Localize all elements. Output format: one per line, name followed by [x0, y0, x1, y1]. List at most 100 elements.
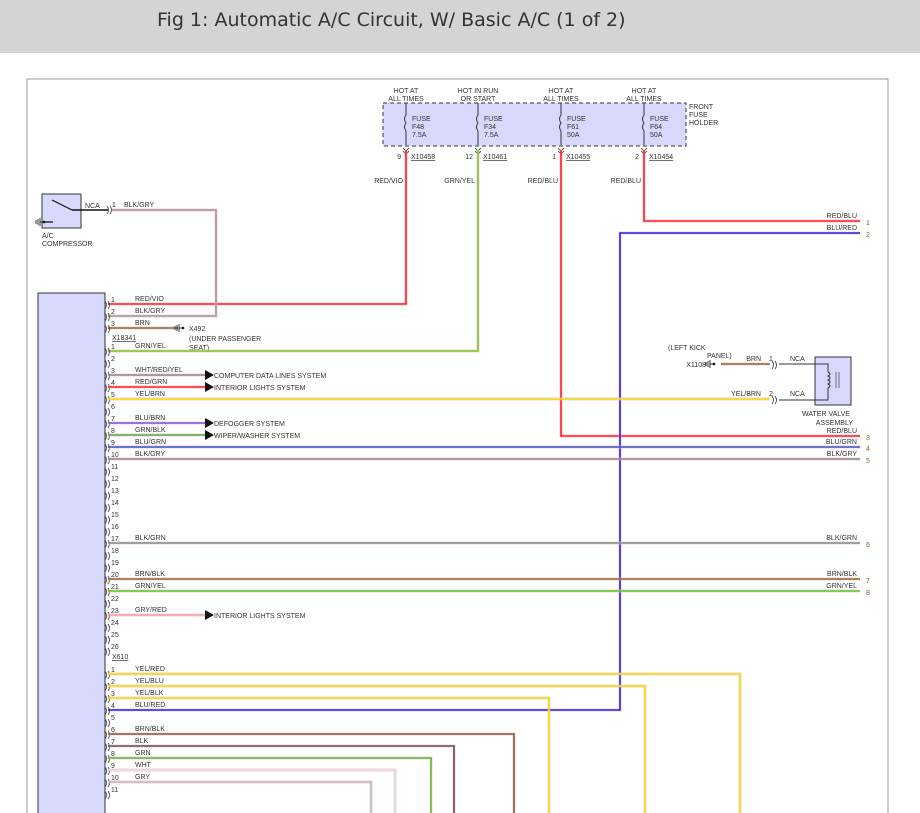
compressor-label: COMPRESSOR [42, 241, 93, 248]
pin-number: 11 [111, 464, 118, 471]
pin-number: 5 [111, 715, 115, 722]
wire-label: RED/GRN [135, 379, 167, 386]
wire-label: WHT/RED/YEL [135, 367, 183, 374]
fuse-pin-number: 12 [465, 154, 473, 161]
fuse-rating: 50A [567, 132, 580, 139]
wire-red-vio-stripe [108, 150, 408, 306]
wire-label: YEL/BRN [135, 391, 165, 398]
wire-x610-grn [108, 757, 432, 813]
arrow-icon [205, 418, 214, 428]
pin-number: 12 [111, 476, 119, 483]
connector-chevron [104, 790, 110, 800]
wire-label: YEL/BLK [135, 690, 164, 697]
pin-number: 24 [111, 620, 119, 627]
wire-x610-gry [108, 781, 372, 813]
connector-x610-label: X610 [112, 654, 128, 661]
wire-label: BLK/GRN [135, 535, 166, 542]
fuse-pin-number: 1 [552, 154, 556, 161]
pin-number: 25 [111, 632, 119, 639]
fuse-supply-label: HOT AT [394, 88, 419, 95]
right-wire-label: BLU/GRN [826, 439, 857, 446]
pin-number: 15 [111, 512, 119, 519]
wire-x610-wht [108, 769, 396, 813]
destination-system-label: INTERIOR LIGHTS SYSTEM [214, 613, 306, 620]
right-output-number: 4 [866, 446, 870, 453]
wire-label: YEL/BLU [135, 678, 164, 685]
connector-chevron [104, 599, 110, 609]
connector-chevron [104, 407, 110, 417]
fuse-supply-label: HOT IN RUN [458, 88, 499, 95]
wire-label: GRY/RED [135, 607, 167, 614]
pin-number: 1 [111, 344, 115, 351]
right-wire-label: BLK/GRN [826, 535, 857, 542]
connector-chevron [104, 359, 110, 369]
fuse-wire-label: GRN/YEL [444, 178, 475, 185]
right-output-number: 6 [866, 542, 870, 549]
fuse-id: F48 [412, 124, 424, 131]
pin-number: 13 [111, 488, 119, 495]
pin-number: 18 [111, 548, 119, 555]
connector-chevron [104, 623, 110, 633]
wire-label: RED/VIO [135, 296, 164, 303]
wire-label: BLK/GRY [135, 451, 166, 458]
pin-number: 11 [111, 787, 118, 794]
connector-chevron [104, 551, 110, 561]
fuse-supply-label: ALL TIMES [626, 96, 662, 103]
wire-label: GRN/YEL [135, 343, 166, 350]
pin-number: 22 [111, 596, 119, 603]
wire-label: BRN/BLK [135, 726, 165, 733]
right-output-number: 1 [866, 220, 870, 227]
water-valve-label: WATER VALVE [802, 411, 850, 418]
climate-control-module [37, 292, 106, 813]
fuse-pin-number: 2 [635, 154, 639, 161]
connector-chevron [104, 647, 110, 657]
wire-x610-gry-stripe [108, 780, 373, 813]
right-output-number: 3 [866, 435, 870, 442]
fuse-connector-id: X10455 [566, 154, 590, 161]
fuse-rating: 7.5A [484, 132, 499, 139]
ground-x1108-location: PANEL) [707, 353, 732, 360]
ground-x492-label: X492 [189, 326, 205, 333]
compressor-label: A/C [42, 233, 54, 240]
fuse-supply-label: ALL TIMES [388, 96, 424, 103]
connector-chevron [104, 635, 110, 645]
wire-label: GRN [135, 750, 151, 757]
fuse-wire-label: RED/BLU [528, 178, 558, 185]
wire-label: BRN/BLK [135, 571, 165, 578]
wire-label: GRN/BLK [135, 427, 166, 434]
wire-label: BRN [135, 320, 150, 327]
fuse-wire-label: RED/BLU [611, 178, 641, 185]
fuse-name: FUSE [484, 116, 503, 123]
wire-red-vio [108, 150, 407, 305]
ground-x1108-label: X1108 [686, 362, 706, 369]
right-wire-label: BLK/GRY [827, 451, 858, 458]
wire-label: BLK/GRY [135, 308, 166, 315]
right-wire-label: RED/BLU [827, 428, 857, 435]
pin-number: 1 [111, 297, 115, 304]
valve-nca: NCA [790, 391, 805, 398]
right-output-number: 8 [866, 590, 870, 597]
wire-label: YEL/RED [135, 666, 165, 673]
wire-label: WHT [135, 762, 152, 769]
fuse-wire-label: RED/VIO [374, 178, 403, 185]
compressor-wire-label: BLK/GRY [124, 202, 155, 209]
wire-x610-yel-blk [108, 697, 550, 813]
pin-number: 6 [111, 404, 115, 411]
destination-system-label: DEFOGGER SYSTEM [214, 421, 285, 428]
fuse-name: FUSE [567, 116, 586, 123]
valve-pin-number: 2 [769, 391, 773, 398]
junction-dot [42, 220, 46, 224]
connector-chevron [104, 467, 110, 477]
wire-label: BLU/RED [135, 702, 165, 709]
fuse-id: F34 [484, 124, 496, 131]
fuse-id: F61 [567, 124, 579, 131]
ground-x1108-location: (LEFT KICK [668, 345, 706, 352]
wire-x610-wht-stripe [108, 768, 397, 813]
arrow-icon [205, 610, 214, 620]
pin-number: 2 [111, 356, 115, 363]
pin-number: 4 [111, 703, 115, 710]
fuse-name: FUSE [650, 116, 669, 123]
pin-number: 2 [111, 309, 115, 316]
compressor-pin: 1 [112, 202, 116, 209]
right-wire-label: RED/BLU [827, 213, 857, 220]
